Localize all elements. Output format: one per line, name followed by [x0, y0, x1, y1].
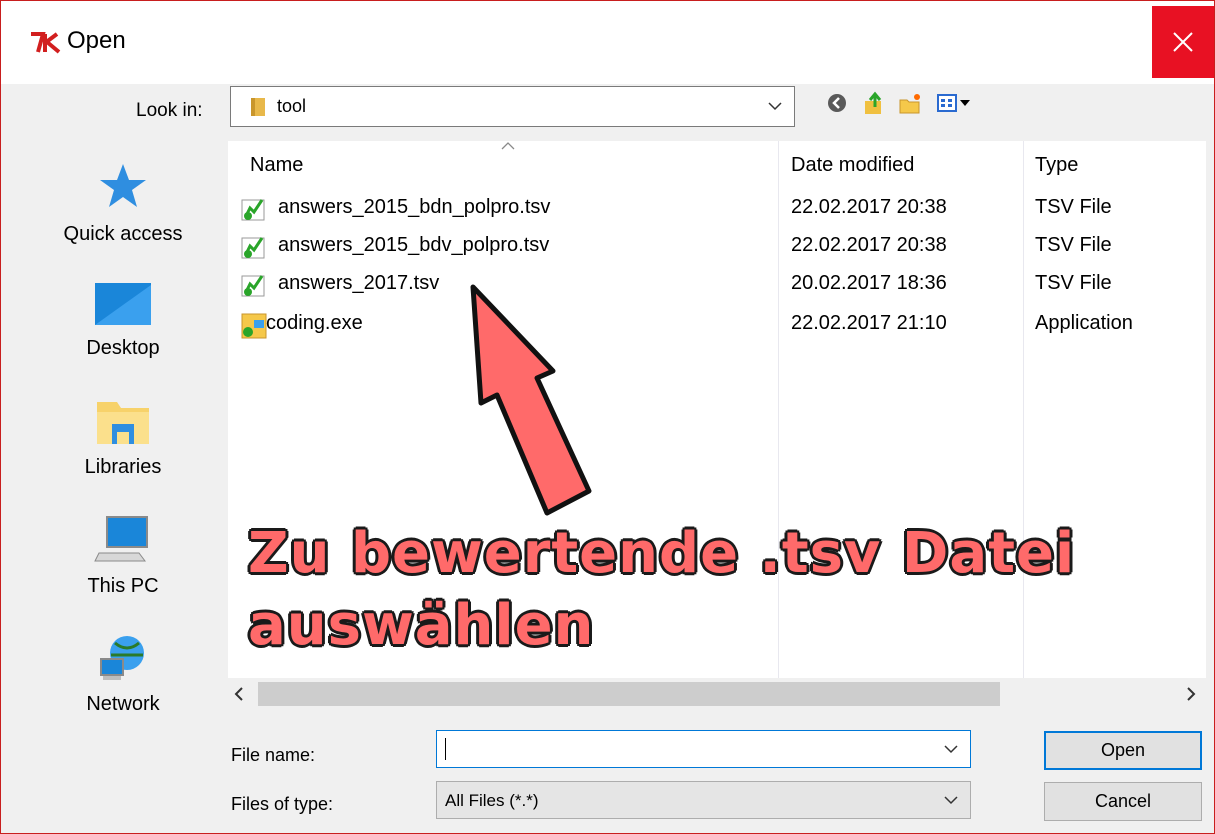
- view-menu-icon: [937, 94, 970, 112]
- file-type: Application: [1035, 312, 1133, 334]
- place-label: Quick access: [63, 223, 183, 245]
- file-date: 22.02.2017 20:38: [791, 234, 947, 256]
- place-this-pc[interactable]: This PC: [25, 515, 221, 598]
- folder-icon: [251, 98, 265, 116]
- close-button[interactable]: [1152, 6, 1214, 78]
- libraries-icon: [97, 402, 149, 444]
- file-type-label: Files of type:: [231, 794, 334, 814]
- place-libraries[interactable]: Libraries: [25, 396, 221, 479]
- window-title: Open: [67, 27, 126, 54]
- column-header-date[interactable]: Date modified: [791, 154, 914, 177]
- file-row[interactable]: coding.exe 22.02.2017 21:10 Application: [228, 304, 1206, 342]
- place-label: Network: [86, 693, 160, 715]
- file-name: answers_2015_bdn_polpro.tsv: [278, 196, 551, 218]
- annotation-text-line1: Zu bewertende .tsv Datei: [248, 521, 1076, 586]
- file-type: TSV File: [1035, 234, 1112, 256]
- network-icon: [100, 636, 144, 680]
- file-date: 20.02.2017 18:36: [791, 272, 947, 294]
- column-header-type[interactable]: Type: [1035, 154, 1078, 177]
- file-name: answers_2017.tsv: [278, 272, 440, 294]
- up-folder-button[interactable]: [861, 91, 889, 115]
- file-date: 22.02.2017 20:38: [791, 196, 947, 218]
- scroll-right-icon[interactable]: [1186, 686, 1196, 702]
- column-header-name[interactable]: Name: [250, 154, 303, 177]
- file-type: TSV File: [1035, 272, 1112, 294]
- annotation-arrow: [470, 284, 592, 516]
- annotation-text-line2: auswählen: [248, 593, 595, 658]
- chevron-down-icon[interactable]: [944, 744, 958, 754]
- scroll-left-icon[interactable]: [234, 686, 244, 702]
- open-dialog: Open Look in: tool Quick access Desktop …: [0, 0, 1215, 834]
- desktop-icon: [95, 283, 151, 325]
- tk-feather-icon: [31, 32, 61, 54]
- places-bar: Quick access Desktop Libraries This PC N…: [25, 141, 221, 819]
- cancel-button[interactable]: Cancel: [1044, 782, 1202, 821]
- look-in-value: tool: [277, 96, 307, 116]
- quick-access-star-icon: [100, 164, 146, 207]
- this-pc-icon: [94, 516, 148, 562]
- file-type: TSV File: [1035, 196, 1112, 218]
- tsv-file-icon: [241, 199, 265, 221]
- new-folder-icon: [899, 94, 920, 114]
- look-in-label: Look in:: [136, 100, 203, 121]
- place-quick-access[interactable]: Quick access: [25, 161, 221, 246]
- place-desktop[interactable]: Desktop: [25, 281, 221, 360]
- file-type-select[interactable]: All Files (*.*): [436, 781, 971, 819]
- file-name: answers_2015_bdv_polpro.tsv: [278, 234, 550, 256]
- place-network[interactable]: Network: [25, 633, 221, 716]
- look-in-dropdown[interactable]: tool: [230, 86, 795, 127]
- horizontal-scrollbar[interactable]: [228, 678, 1206, 711]
- chevron-down-icon: [768, 102, 782, 111]
- file-date: 22.02.2017 21:10: [791, 312, 947, 334]
- file-row[interactable]: answers_2017.tsv 20.02.2017 18:36 TSV Fi…: [228, 264, 1206, 302]
- back-icon: [828, 94, 846, 112]
- open-button[interactable]: Open: [1044, 731, 1202, 770]
- file-row[interactable]: answers_2015_bdv_polpro.tsv 22.02.2017 2…: [228, 226, 1206, 264]
- close-icon: [1173, 32, 1193, 52]
- place-label: Desktop: [86, 337, 160, 359]
- tsv-file-icon: [241, 237, 265, 259]
- file-name: coding.exe: [266, 312, 363, 334]
- back-button[interactable]: [825, 91, 853, 115]
- file-row[interactable]: answers_2015_bdn_polpro.tsv 22.02.2017 2…: [228, 188, 1206, 226]
- place-label: Libraries: [84, 456, 162, 478]
- file-type-value: All Files (*.*): [445, 791, 539, 810]
- file-name-label: File name:: [231, 745, 316, 765]
- text-caret: [445, 738, 446, 760]
- scrollbar-thumb[interactable]: [258, 682, 1000, 706]
- new-folder-button[interactable]: [897, 91, 925, 115]
- sort-ascending-icon: [501, 142, 515, 150]
- tsv-file-icon: [241, 275, 265, 297]
- view-menu-button[interactable]: [935, 91, 975, 115]
- place-label: This PC: [87, 575, 159, 597]
- title-bar[interactable]: Open: [1, 1, 1214, 84]
- file-name-input[interactable]: [436, 730, 971, 768]
- chevron-down-icon: [944, 796, 958, 805]
- up-folder-icon: [865, 91, 882, 114]
